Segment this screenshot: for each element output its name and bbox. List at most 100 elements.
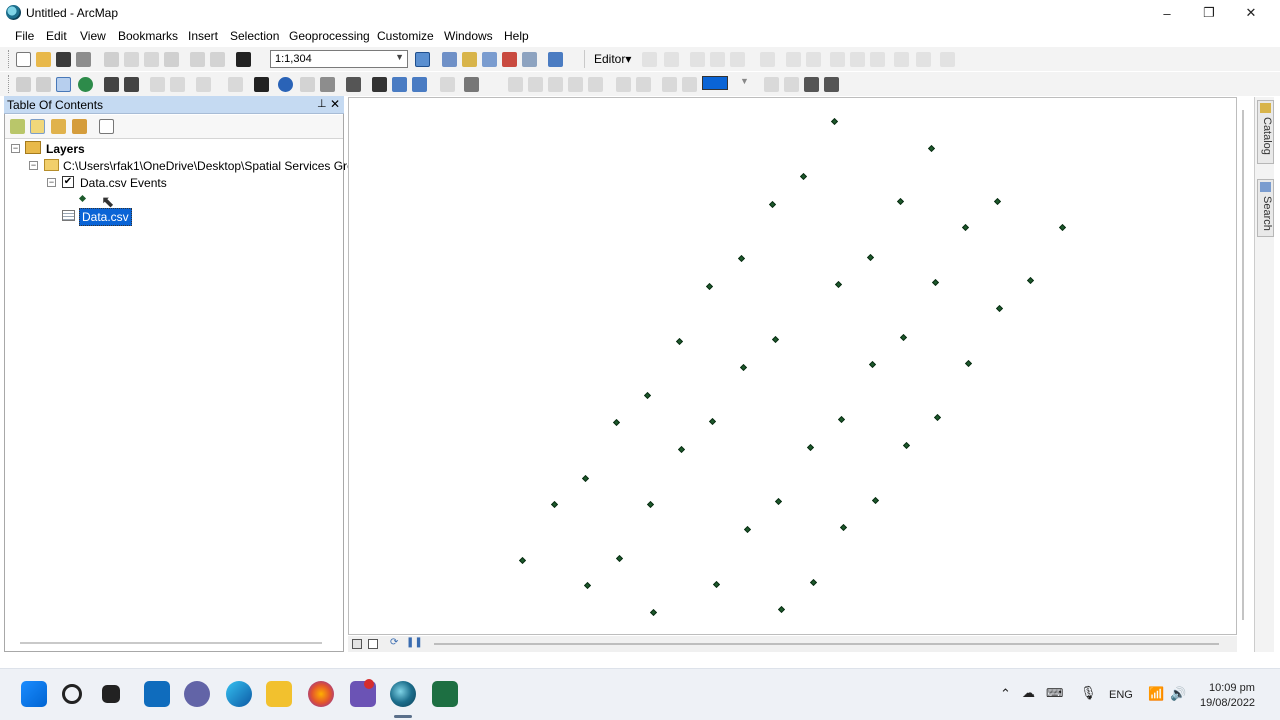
map-point[interactable] [927, 144, 936, 153]
split-icon[interactable] [850, 52, 865, 67]
minimize-button[interactable]: – [1144, 0, 1190, 26]
map-point[interactable] [1026, 276, 1035, 285]
editor-menu-button[interactable]: Editor▾ [594, 52, 631, 66]
arcgis-taskbar-icon[interactable] [390, 681, 416, 707]
edit-tool-icon[interactable] [642, 52, 657, 67]
data-driven-pages-icon[interactable] [824, 77, 839, 92]
file-explorer-icon[interactable] [266, 681, 292, 707]
data-view-button[interactable] [352, 639, 362, 649]
map-point[interactable] [768, 200, 777, 209]
identify-icon[interactable] [278, 77, 293, 92]
layout-zoom-in-icon[interactable] [508, 77, 523, 92]
construct-icon[interactable] [730, 52, 745, 67]
collapse-folder-toggle[interactable]: − [29, 161, 38, 170]
select-elements-icon[interactable] [254, 77, 269, 92]
arctoolbox-icon[interactable] [502, 52, 517, 67]
map-point[interactable] [774, 497, 783, 506]
toc-window-icon[interactable] [442, 52, 457, 67]
map-point[interactable] [837, 415, 846, 424]
map-point[interactable] [518, 556, 527, 565]
table-label-selected[interactable]: Data.csv [79, 208, 132, 226]
map-point[interactable] [712, 580, 721, 589]
redo-icon[interactable] [210, 52, 225, 67]
widgets-icon[interactable] [144, 681, 170, 707]
menu-edit[interactable]: Edit [46, 29, 67, 43]
map-point[interactable] [839, 523, 848, 532]
close-icon[interactable]: ✕ [330, 97, 340, 111]
map-point[interactable] [615, 554, 624, 563]
map-point[interactable] [995, 304, 1004, 313]
forward-extent-icon[interactable] [170, 77, 185, 92]
search-window-icon[interactable] [482, 52, 497, 67]
menu-customize[interactable]: Customize [377, 29, 434, 43]
firefox-icon[interactable] [308, 681, 334, 707]
zoom-out-icon[interactable] [36, 77, 51, 92]
rotate-icon[interactable] [870, 52, 885, 67]
excel-icon[interactable] [432, 681, 458, 707]
map-scale-combo[interactable]: 1:1,304 ▼ [270, 50, 408, 68]
map-point[interactable] [830, 117, 839, 126]
map-point[interactable] [739, 363, 748, 372]
maximize-button[interactable]: ❐ [1186, 0, 1232, 26]
zoom-in-icon[interactable] [16, 77, 31, 92]
map-point[interactable] [933, 413, 942, 422]
fixed-zoom-in-layout-icon[interactable] [616, 77, 631, 92]
map-point[interactable] [902, 441, 911, 450]
open-folder-icon[interactable] [36, 52, 51, 67]
edge-browser-icon[interactable] [226, 681, 252, 707]
search-tab[interactable]: Search [1257, 179, 1274, 237]
task-view-icon[interactable] [102, 685, 120, 703]
map-point[interactable] [899, 333, 908, 342]
point-tool-icon[interactable] [760, 52, 775, 67]
map-point[interactable] [708, 417, 717, 426]
map-point[interactable] [834, 280, 843, 289]
save-icon[interactable] [56, 52, 71, 67]
new-document-icon[interactable] [16, 52, 31, 67]
add-data-icon[interactable] [236, 52, 251, 67]
layer-visibility-checkbox[interactable]: ✔ [62, 176, 74, 188]
menu-file[interactable]: File [15, 29, 34, 43]
map-point[interactable] [993, 197, 1002, 206]
select-features-icon[interactable] [196, 77, 211, 92]
chevron-up-icon[interactable]: ⌃ [1000, 686, 1011, 702]
refresh-icon[interactable]: ⟳ [390, 637, 398, 648]
map-point[interactable] [868, 360, 877, 369]
map-vertical-scrollbar[interactable] [1242, 110, 1244, 620]
model-builder-icon[interactable] [548, 52, 563, 67]
menu-geoprocessing[interactable]: Geoprocessing [289, 29, 370, 43]
search-icon[interactable] [62, 684, 82, 704]
attributes-icon[interactable] [894, 52, 909, 67]
toc-options-icon[interactable] [99, 119, 114, 134]
collapse-event-layer-toggle[interactable]: − [47, 178, 56, 187]
edit-vertices-icon[interactable] [786, 52, 801, 67]
map-point[interactable] [806, 443, 815, 452]
sketch-properties-icon[interactable] [916, 52, 931, 67]
create-features-icon[interactable] [940, 52, 955, 67]
map-point[interactable] [866, 253, 875, 262]
map-point[interactable] [675, 337, 684, 346]
map-point[interactable] [799, 172, 808, 181]
microphone-icon[interactable]: 🎙 [1080, 685, 1097, 701]
pan-icon[interactable] [56, 77, 71, 92]
find-route-icon[interactable] [392, 77, 407, 92]
time-slider-icon[interactable] [440, 77, 455, 92]
straight-segment-icon[interactable] [690, 52, 705, 67]
focus-data-frame-icon[interactable] [784, 77, 799, 92]
cut-icon[interactable] [104, 52, 119, 67]
chevron-down-icon[interactable]: ▼ [395, 52, 404, 62]
map-point[interactable] [771, 335, 780, 344]
map-point[interactable] [743, 525, 752, 534]
hyperlink-icon[interactable] [300, 77, 315, 92]
zoom-100-icon[interactable] [588, 77, 603, 92]
print-icon[interactable] [76, 52, 91, 67]
zoom-percent-swatch[interactable] [702, 76, 728, 90]
map-point[interactable] [646, 500, 655, 509]
map-point[interactable] [583, 581, 592, 590]
paste-icon[interactable] [144, 52, 159, 67]
language-indicator[interactable]: ENG [1109, 689, 1133, 701]
map-point[interactable] [961, 223, 970, 232]
toc-horizontal-scrollbar[interactable] [20, 642, 322, 644]
measure-icon[interactable] [346, 77, 361, 92]
volume-icon[interactable]: 🔊 [1170, 686, 1186, 702]
map-point[interactable] [643, 391, 652, 400]
